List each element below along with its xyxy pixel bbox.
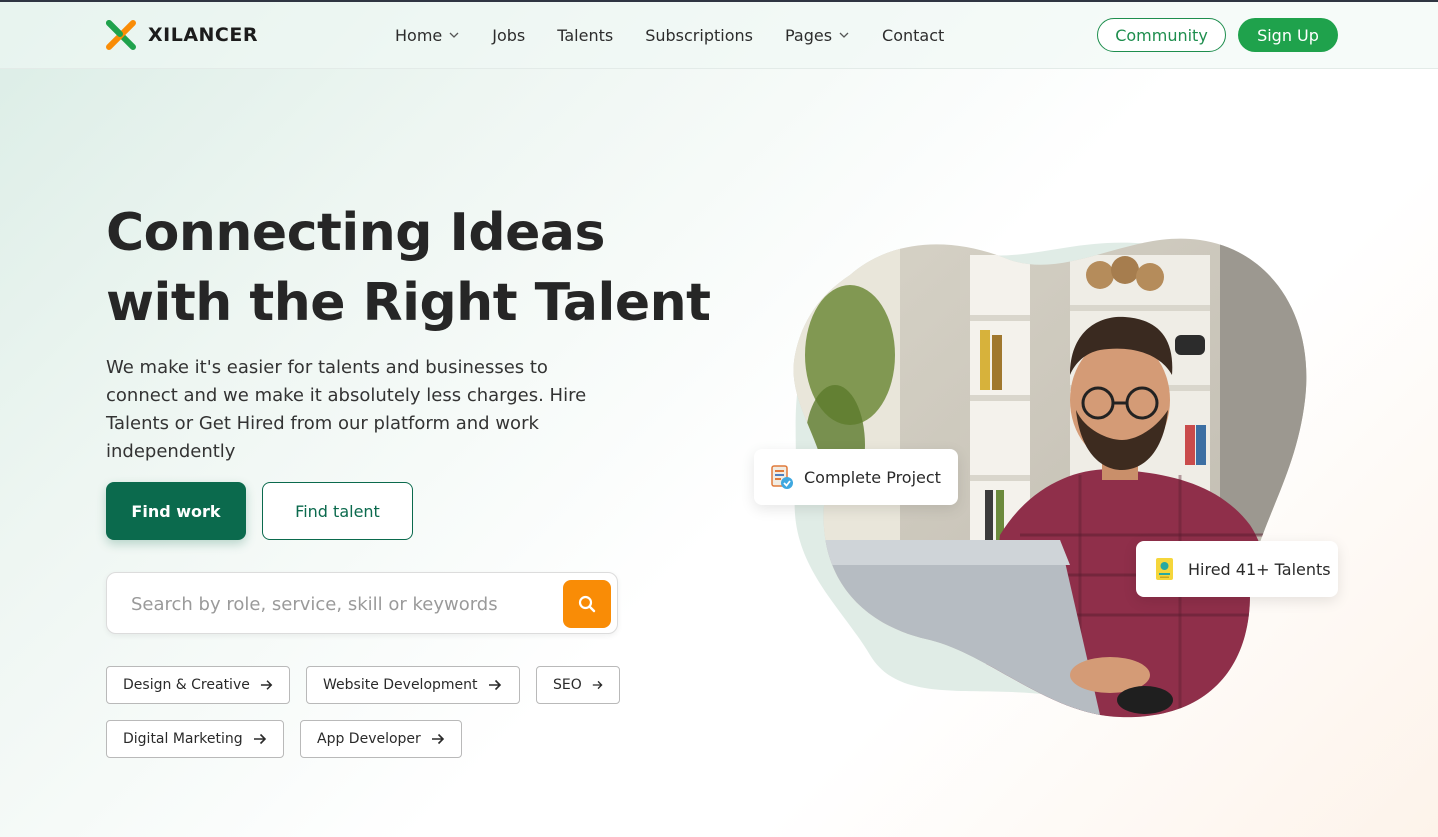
- brand-logo[interactable]: XILANCER: [106, 20, 258, 50]
- tag-label: Digital Marketing: [123, 731, 243, 747]
- nav-item-pages[interactable]: Pages: [785, 26, 850, 45]
- tag-seo[interactable]: SEO: [536, 666, 620, 704]
- site-header: XILANCER Home Jobs Talents Subscriptions…: [0, 2, 1438, 69]
- tag-digital-marketing[interactable]: Digital Marketing: [106, 720, 284, 758]
- hired-talents-label: Hired 41+ Talents: [1188, 559, 1331, 579]
- search-button[interactable]: [563, 580, 611, 628]
- tag-label: App Developer: [317, 731, 421, 747]
- search-icon: [578, 595, 596, 613]
- nav-item-contact[interactable]: Contact: [882, 26, 944, 45]
- clipboard-check-icon: [771, 465, 793, 489]
- sign-up-button[interactable]: Sign Up: [1238, 18, 1338, 52]
- chevron-down-icon: [449, 32, 459, 38]
- hero-description: We make it's easier for talents and busi…: [106, 357, 587, 462]
- complete-project-card: Complete Project: [754, 449, 958, 505]
- arrow-right-icon: [488, 679, 501, 691]
- community-button[interactable]: Community: [1097, 18, 1226, 52]
- logo-x-icon: [106, 20, 136, 50]
- search-input[interactable]: [131, 589, 551, 619]
- find-talent-button[interactable]: Find talent: [262, 482, 413, 540]
- hero-title-line1: Connecting Ideas: [106, 203, 605, 263]
- nav-item-subscriptions[interactable]: Subscriptions: [645, 26, 753, 45]
- search-bar: [106, 572, 618, 634]
- chevron-down-icon: [839, 32, 849, 38]
- find-work-button[interactable]: Find work: [106, 482, 246, 540]
- nav-label: Home: [395, 25, 443, 45]
- nav-label: Subscriptions: [645, 25, 753, 45]
- nav-item-talents[interactable]: Talents: [557, 26, 613, 45]
- tag-website-development[interactable]: Website Development: [306, 666, 520, 704]
- tag-app-developer[interactable]: App Developer: [300, 720, 462, 758]
- complete-project-label: Complete Project: [804, 467, 941, 487]
- nav-label: Contact: [882, 25, 945, 45]
- nav-item-jobs[interactable]: Jobs: [492, 26, 525, 45]
- hero-title: Connecting Ideas with the Right Talent: [106, 198, 726, 338]
- nav-label: Talents: [557, 25, 614, 45]
- brand-name: XILANCER: [148, 24, 258, 46]
- nav-label: Jobs: [492, 25, 526, 45]
- id-badge-icon: [1156, 558, 1173, 580]
- hero-title-line2: with the Right Talent: [106, 273, 711, 333]
- nav-label: Pages: [784, 25, 833, 45]
- tag-label: SEO: [553, 677, 582, 693]
- main-nav: Home Jobs Talents Subscriptions Pages Co…: [395, 22, 976, 48]
- arrow-right-icon: [253, 733, 266, 745]
- arrow-right-icon: [592, 680, 603, 690]
- tag-label: Design & Creative: [123, 677, 250, 693]
- tag-design-creative[interactable]: Design & Creative: [106, 666, 290, 704]
- hired-talents-card: Hired 41+ Talents: [1136, 541, 1338, 597]
- tag-label: Website Development: [323, 677, 478, 693]
- arrow-right-icon: [431, 733, 444, 745]
- nav-item-home[interactable]: Home: [395, 26, 460, 45]
- arrow-right-icon: [260, 680, 273, 690]
